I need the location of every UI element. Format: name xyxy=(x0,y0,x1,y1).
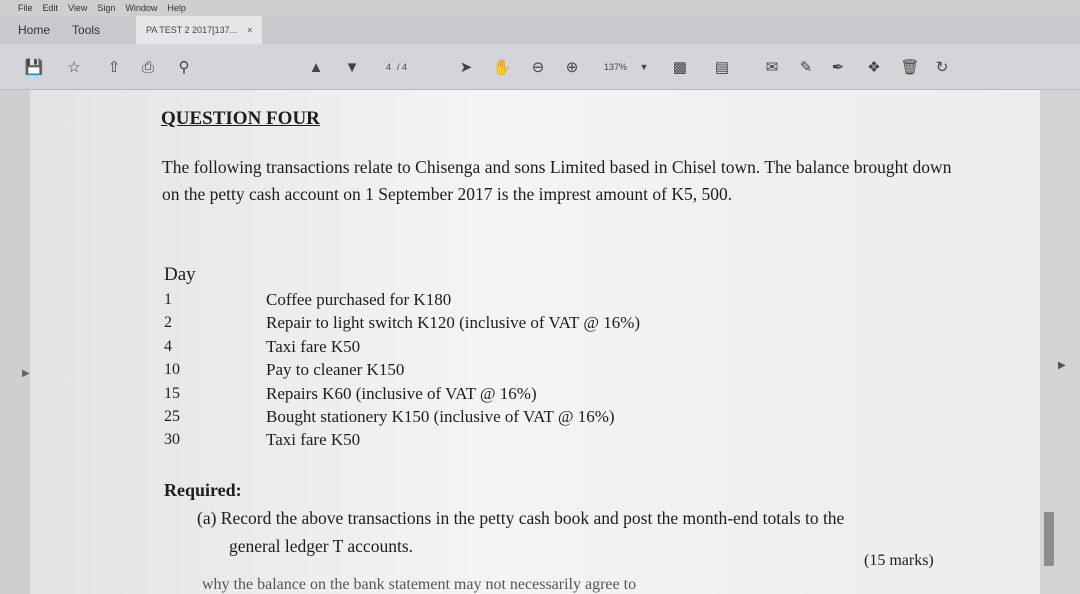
required-a-line2: general ledger T accounts. xyxy=(229,536,413,556)
tab-tools[interactable]: Tools xyxy=(72,23,100,37)
delete-icon[interactable]: 🗑 xyxy=(900,58,920,76)
marks-label: (15 marks) xyxy=(864,552,934,569)
menu-edit[interactable]: Edit xyxy=(43,3,59,13)
rotate-icon[interactable]: ↻ xyxy=(932,58,952,76)
document-page: QUESTION FOUR The following transactions… xyxy=(30,90,1040,594)
question-paragraph: The following transactions relate to Chi… xyxy=(162,157,952,204)
highlight-pen-icon[interactable]: ✎ xyxy=(796,58,816,76)
transaction-text: Repair to light switch K120 (inclusive o… xyxy=(266,313,641,333)
transaction-text: Taxi fare K50 xyxy=(266,336,361,356)
print-icon[interactable]: ⎙ xyxy=(138,58,158,76)
transaction-day: 2 xyxy=(164,314,172,332)
fit-page-icon[interactable]: ▩ xyxy=(670,58,690,76)
zoom-dropdown-icon[interactable]: ▼ xyxy=(634,58,654,76)
required-label: Required: xyxy=(164,480,242,500)
sign-icon[interactable]: ✒ xyxy=(828,58,848,76)
hand-tool-icon[interactable]: ✋ xyxy=(492,58,512,76)
transaction-day: 4 xyxy=(164,337,172,355)
transaction-day: 15 xyxy=(164,384,180,402)
transaction-text: Coffee purchased for K180 xyxy=(266,290,452,309)
menu-view[interactable]: View xyxy=(68,3,87,13)
expand-right-panel-icon[interactable]: ▶ xyxy=(1058,360,1066,371)
toolbar: 💾 ☆ ⇧ ⎙ ⚲ ▲ ▼ 4 / 4 ➤ ✋ ⊖ ⊕ 137% ▼ ▩ ▤ ✉… xyxy=(0,44,1080,90)
menu-sign[interactable]: Sign xyxy=(97,3,115,13)
tab-home[interactable]: Home xyxy=(18,23,50,37)
tab-document[interactable]: PA TEST 2 2017[137... × xyxy=(136,16,263,44)
scrollbar-thumb[interactable] xyxy=(1044,512,1054,566)
transaction-text: Pay to cleaner K150 xyxy=(266,360,405,380)
close-tab-icon[interactable]: × xyxy=(247,25,252,35)
cut-off-line: why the balance on the bank statement ma… xyxy=(202,576,637,593)
transaction-day: 30 xyxy=(164,431,180,449)
menu-file[interactable]: File xyxy=(18,3,33,13)
upload-cloud-icon[interactable]: ⇧ xyxy=(104,58,124,76)
search-icon[interactable]: ⚲ xyxy=(174,58,194,76)
page-total: / 4 xyxy=(397,62,408,72)
expand-left-panel-icon[interactable]: ▶ xyxy=(22,368,30,379)
page-current[interactable]: 4 xyxy=(386,62,391,72)
zoom-level[interactable]: 137% xyxy=(604,62,627,72)
transaction-day: 10 xyxy=(164,361,180,379)
tab-bar: Home Tools PA TEST 2 2017[137... × xyxy=(0,16,1080,44)
zoom-out-icon[interactable]: ⊖ xyxy=(528,58,548,76)
transaction-text: Repairs K60 (inclusive of VAT @ 16%) xyxy=(266,383,537,403)
select-cursor-icon[interactable]: ➤ xyxy=(456,58,476,76)
bookmark-star-icon[interactable]: ☆ xyxy=(64,58,84,76)
previous-page-icon[interactable]: ▲ xyxy=(306,58,326,76)
day-column-header: Day xyxy=(164,264,196,285)
menu-help[interactable]: Help xyxy=(167,3,186,13)
zoom-in-icon[interactable]: ⊕ xyxy=(562,58,582,76)
left-panel xyxy=(0,90,30,594)
transaction-day: 25 xyxy=(164,408,180,426)
stamp-icon[interactable]: ❖ xyxy=(864,58,884,76)
next-page-icon[interactable]: ▼ xyxy=(342,58,362,76)
scroll-mode-icon[interactable]: ▤ xyxy=(712,58,732,76)
save-icon[interactable]: 💾 xyxy=(24,58,44,76)
document-tab-title: PA TEST 2 2017[137... xyxy=(146,25,238,35)
transaction-list: Coffee purchased for K180 Repair to ligh… xyxy=(266,288,640,452)
menu-bar: File Edit View Sign Window Help xyxy=(0,0,1080,16)
required-part-a: (a) Record the above transactions in the… xyxy=(197,504,957,560)
required-a-line1: (a) Record the above transactions in the… xyxy=(197,508,845,528)
transaction-text: Bought stationery K150 (inclusive of VAT… xyxy=(266,407,615,427)
menu-window[interactable]: Window xyxy=(125,3,157,13)
transaction-day: 1 xyxy=(164,291,172,308)
comment-icon[interactable]: ✉ xyxy=(762,58,782,76)
day-list: 1 2 4 10 15 25 30 xyxy=(164,288,180,452)
question-heading: QUESTION FOUR xyxy=(161,108,320,129)
transaction-text: Taxi fare K50 xyxy=(266,430,361,450)
